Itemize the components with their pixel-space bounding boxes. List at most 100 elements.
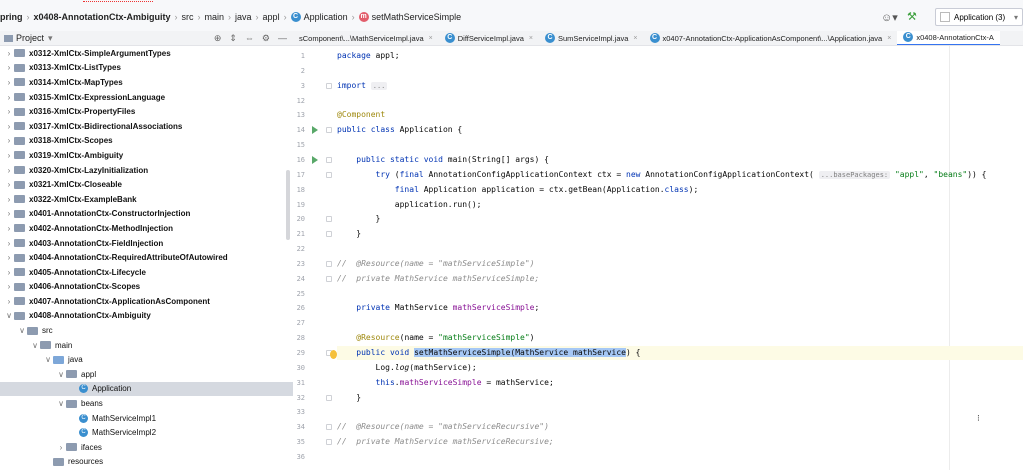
- code-line[interactable]: // @Resource(name = "mathServiceSimple"): [337, 257, 534, 271]
- chevron-right-icon[interactable]: ›: [4, 224, 14, 233]
- fold-marker-icon[interactable]: [326, 439, 332, 446]
- collapse-all-icon[interactable]: ⇔: [245, 33, 254, 43]
- tree-item[interactable]: ∨ main: [0, 338, 293, 353]
- close-icon[interactable]: ×: [429, 35, 433, 42]
- tree-item[interactable]: › x0405-AnnotationCtx-Lifecycle: [0, 265, 293, 280]
- code-line[interactable]: @Resource(name = "mathServiceSimple"): [337, 331, 534, 345]
- close-icon[interactable]: ×: [633, 35, 637, 42]
- fold-marker-icon[interactable]: [326, 424, 332, 431]
- tree-item[interactable]: › x0402-AnnotationCtx-MethodInjection: [0, 221, 293, 236]
- tree-item[interactable]: › x0322-XmlCtx-ExampleBank: [0, 192, 293, 207]
- tree-item[interactable]: C Application: [0, 381, 293, 397]
- tree-item[interactable]: ∨ java: [0, 352, 293, 367]
- code-line[interactable]: // private MathService mathServiceSimple…: [337, 272, 539, 286]
- tree-item[interactable]: › x0320-XmlCtx-LazyInitialization: [0, 163, 293, 178]
- editor-tab[interactable]: C SumServiceImpl.java ×: [539, 31, 644, 45]
- tree-item[interactable]: › x0313-XmlCtx-ListTypes: [0, 61, 293, 76]
- tree-scrollbar[interactable]: [286, 170, 290, 240]
- tree-item[interactable]: › x0403-AnnotationCtx-FieldInjection: [0, 236, 293, 251]
- project-view-selector[interactable]: Project ▾: [4, 33, 53, 44]
- breadcrumb-item[interactable]: src: [182, 12, 194, 22]
- code-line[interactable]: final Application application = ctx.getB…: [337, 183, 698, 197]
- editor-tab[interactable]: Cx0408-AnnotationCtx-A: [897, 31, 1000, 45]
- close-icon[interactable]: ×: [887, 35, 891, 42]
- gear-icon[interactable]: ⚙: [262, 33, 270, 44]
- chevron-right-icon[interactable]: ›: [4, 78, 14, 87]
- breadcrumb-item[interactable]: x0408-AnnotationCtx-Ambiguity: [34, 12, 171, 22]
- tree-item[interactable]: › x0312-XmlCtx-SimpleArgumentTypes: [0, 46, 293, 61]
- tree-item[interactable]: › x0406-AnnotationCtx-Scopes: [0, 280, 293, 295]
- code-line[interactable]: }: [337, 212, 381, 226]
- run-gutter-icon[interactable]: [312, 155, 318, 164]
- editor-tab[interactable]: sComponent\...\MathServiceImpl.java ×: [293, 31, 439, 45]
- tree-item[interactable]: C MathServiceImpl1: [0, 411, 293, 426]
- tree-item[interactable]: ∨ appl: [0, 367, 293, 382]
- fold-marker-icon[interactable]: [326, 171, 332, 178]
- run-gutter-icon[interactable]: [312, 126, 318, 135]
- fold-marker-icon[interactable]: [326, 216, 332, 223]
- chevron-right-icon[interactable]: ›: [4, 195, 14, 204]
- fold-marker-icon[interactable]: [326, 275, 332, 282]
- tree-item[interactable]: › x0316-XmlCtx-PropertyFiles: [0, 104, 293, 119]
- code-line[interactable]: public void setMathServiceSimple(MathSer…: [337, 346, 1023, 360]
- code-editor[interactable]: 1 2 3 12 13 14 15 16 17 18 19 20 21 22 23 24 25 26 27 28 29 3…: [293, 46, 1023, 470]
- chevron-right-icon[interactable]: ›: [56, 443, 66, 452]
- code-line[interactable]: Log.log(mathService);: [337, 361, 477, 375]
- code-line[interactable]: }: [337, 227, 361, 241]
- chevron-right-icon[interactable]: ›: [4, 49, 14, 58]
- chevron-right-icon[interactable]: ›: [4, 209, 14, 218]
- tree-item[interactable]: › x0317-XmlCtx-BidirectionalAssociations: [0, 119, 293, 134]
- chevron-right-icon[interactable]: ›: [4, 166, 14, 175]
- code-line[interactable]: try (final AnnotationConfigApplicationCo…: [337, 168, 986, 182]
- fold-marker-icon[interactable]: [326, 82, 332, 89]
- code-line[interactable]: @Component: [337, 108, 385, 122]
- tree-item[interactable]: resources: [0, 455, 293, 470]
- chevron-right-icon[interactable]: ›: [4, 107, 14, 116]
- breadcrumb-item[interactable]: java: [235, 12, 252, 22]
- fold-marker-icon[interactable]: [326, 127, 332, 134]
- breadcrumb-item[interactable]: main: [205, 12, 225, 22]
- chevron-right-icon[interactable]: ›: [4, 136, 14, 145]
- user-icon[interactable]: ☺▾: [881, 11, 907, 24]
- code-line[interactable]: // private MathService mathServiceRecurs…: [337, 435, 554, 449]
- hammer-icon[interactable]: ⚒: [907, 10, 925, 24]
- fold-marker-icon[interactable]: [326, 260, 332, 267]
- editor-tab[interactable]: C DiffServiceImpl.java ×: [439, 31, 539, 45]
- tree-item[interactable]: ∨ beans: [0, 396, 293, 411]
- chevron-down-icon[interactable]: ∨: [30, 341, 40, 350]
- code-line[interactable]: public static void main(String[] args) {: [337, 153, 549, 167]
- tree-item[interactable]: ∨ x0408-AnnotationCtx-Ambiguity: [0, 309, 293, 324]
- code-line[interactable]: import ...: [337, 79, 388, 93]
- code-area[interactable]: package appl; import ... @Component public …: [337, 46, 1023, 470]
- breadcrumb-item[interactable]: pring: [0, 12, 23, 22]
- chevron-down-icon[interactable]: ∨: [4, 311, 14, 320]
- tree-item[interactable]: › x0319-XmlCtx-Ambiguity: [0, 148, 293, 163]
- chevron-right-icon[interactable]: ›: [4, 297, 14, 306]
- lightbulb-icon[interactable]: [330, 350, 337, 359]
- chevron-down-icon[interactable]: ∨: [56, 399, 66, 408]
- chevron-right-icon[interactable]: ›: [4, 282, 14, 291]
- code-line[interactable]: package appl;: [337, 49, 400, 63]
- code-line[interactable]: public class Application {: [337, 123, 462, 137]
- expand-all-icon[interactable]: ⇕: [229, 33, 237, 44]
- tree-item[interactable]: › x0401-AnnotationCtx-ConstructorInjectio…: [0, 207, 293, 222]
- chevron-right-icon[interactable]: ›: [4, 253, 14, 262]
- chevron-right-icon[interactable]: ›: [4, 122, 14, 131]
- tree-item[interactable]: › x0407-AnnotationCtx-ApplicationAsCompon…: [0, 294, 293, 309]
- chevron-right-icon[interactable]: ›: [4, 63, 14, 72]
- chevron-down-icon[interactable]: ∨: [56, 370, 66, 379]
- fold-marker-icon[interactable]: [326, 231, 332, 238]
- hide-icon[interactable]: —: [278, 33, 287, 43]
- tree-item[interactable]: › x0314-XmlCtx-MapTypes: [0, 75, 293, 90]
- chevron-down-icon[interactable]: ∨: [43, 355, 53, 364]
- breadcrumb-item[interactable]: m setMathServiceSimple: [358, 12, 461, 22]
- chevron-right-icon[interactable]: ›: [4, 93, 14, 102]
- code-line[interactable]: this.mathServiceSimple = mathService;: [337, 376, 554, 390]
- code-line[interactable]: private MathService mathServiceSimple;: [337, 301, 539, 315]
- tree-item[interactable]: C MathServiceImpl2: [0, 425, 293, 440]
- tree-item[interactable]: › x0318-XmlCtx-Scopes: [0, 134, 293, 149]
- fold-marker-icon[interactable]: [326, 156, 332, 163]
- close-icon[interactable]: ×: [529, 35, 533, 42]
- breadcrumb-item[interactable]: appl: [263, 12, 280, 22]
- fold-marker-icon[interactable]: [326, 394, 332, 401]
